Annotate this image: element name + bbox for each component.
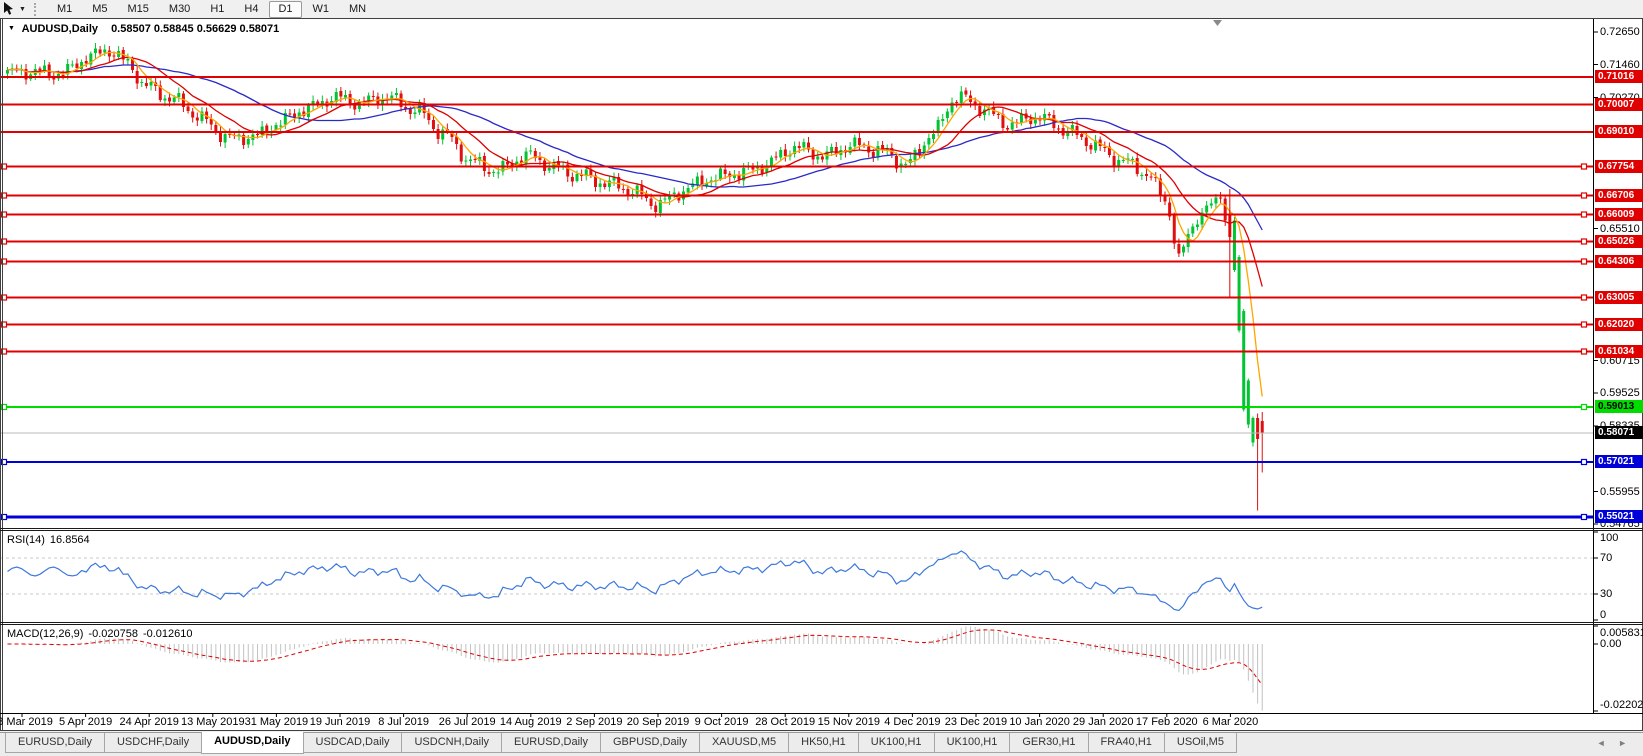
timeframe-button-h4[interactable]: H4 — [235, 1, 267, 18]
timeframe-button-w1[interactable]: W1 — [304, 1, 339, 18]
timeframe-button-m30[interactable]: M30 — [160, 1, 199, 18]
cursor-tool-icon[interactable] — [0, 1, 18, 17]
chart-symbol-period: AUDUSD,Daily — [22, 23, 98, 35]
symbol-tab-uk100-h1[interactable]: UK100,H1 — [934, 733, 1011, 753]
quick-trade-toggle-icon[interactable]: ▼ — [8, 25, 15, 32]
symbol-tab-audusd-daily[interactable]: AUDUSD,Daily — [201, 732, 303, 754]
symbol-tab-usdcnh-daily[interactable]: USDCNH,Daily — [401, 733, 502, 753]
rsi-name: RSI(14) — [7, 534, 45, 546]
toolbar-grip — [34, 3, 40, 16]
symbol-tab-usoil-m5[interactable]: USOil,M5 — [1164, 733, 1237, 753]
symbol-tab-eurusd-daily[interactable]: EURUSD,Daily — [5, 733, 105, 753]
dropdown-caret-icon[interactable]: ▼ — [19, 6, 26, 13]
symbol-tab-fra40-h1[interactable]: FRA40,H1 — [1088, 733, 1165, 753]
timeframe-button-mn[interactable]: MN — [340, 1, 375, 18]
symbol-tab-eurusd-daily[interactable]: EURUSD,Daily — [501, 733, 601, 753]
rsi-value: 16.8564 — [50, 534, 90, 546]
symbol-tab-hk50-h1[interactable]: HK50,H1 — [788, 733, 859, 753]
rsi-indicator-label: RSI(14) 16.8564 — [7, 534, 95, 546]
chart-window-background — [0, 18, 1643, 731]
tab-bar: EURUSD,DailyUSDCHF,DailyAUDUSD,DailyUSDC… — [0, 732, 1643, 756]
macd-indicator-label: MACD(12,26,9) -0.020758 -0.012610 — [7, 628, 198, 640]
symbol-tab-uk100-h1[interactable]: UK100,H1 — [858, 733, 935, 753]
timeframe-button-h1[interactable]: H1 — [201, 1, 233, 18]
macd-main-value: -0.020758 — [88, 628, 138, 640]
macd-signal-value: -0.012610 — [143, 628, 193, 640]
timeframe-buttons: M1M5M15M30H1H4D1W1MN — [47, 0, 376, 18]
timeframe-button-m15[interactable]: M15 — [119, 1, 158, 18]
tab-scroll-right-icon[interactable]: ► — [1618, 738, 1627, 748]
timeframe-button-m5[interactable]: M5 — [83, 1, 116, 18]
symbol-tab-usdcad-daily[interactable]: USDCAD,Daily — [303, 733, 403, 753]
timeframe-button-d1[interactable]: D1 — [269, 1, 301, 18]
macd-name: MACD(12,26,9) — [7, 628, 83, 640]
timeframe-button-m1[interactable]: M1 — [48, 1, 81, 18]
chart-ohlc-values: 0.58507 0.58845 0.56629 0.58071 — [111, 23, 279, 35]
tab-scroll-left-icon[interactable]: ◄ — [1597, 738, 1606, 748]
chart-title: ▼ AUDUSD,Daily 0.58507 0.58845 0.56629 0… — [8, 23, 279, 35]
symbol-tab-gbpusd-daily[interactable]: GBPUSD,Daily — [600, 733, 700, 753]
symbol-tab-ger30-h1[interactable]: GER30,H1 — [1009, 733, 1088, 753]
toolbar: ▼ M1M5M15M30H1H4D1W1MN — [0, 0, 1643, 18]
symbol-tab-usdchf-daily[interactable]: USDCHF,Daily — [104, 733, 202, 753]
tab-scroll-arrows: ◄ ► — [1587, 738, 1627, 748]
symbol-tab-xauusd-m5[interactable]: XAUUSD,M5 — [699, 733, 789, 753]
